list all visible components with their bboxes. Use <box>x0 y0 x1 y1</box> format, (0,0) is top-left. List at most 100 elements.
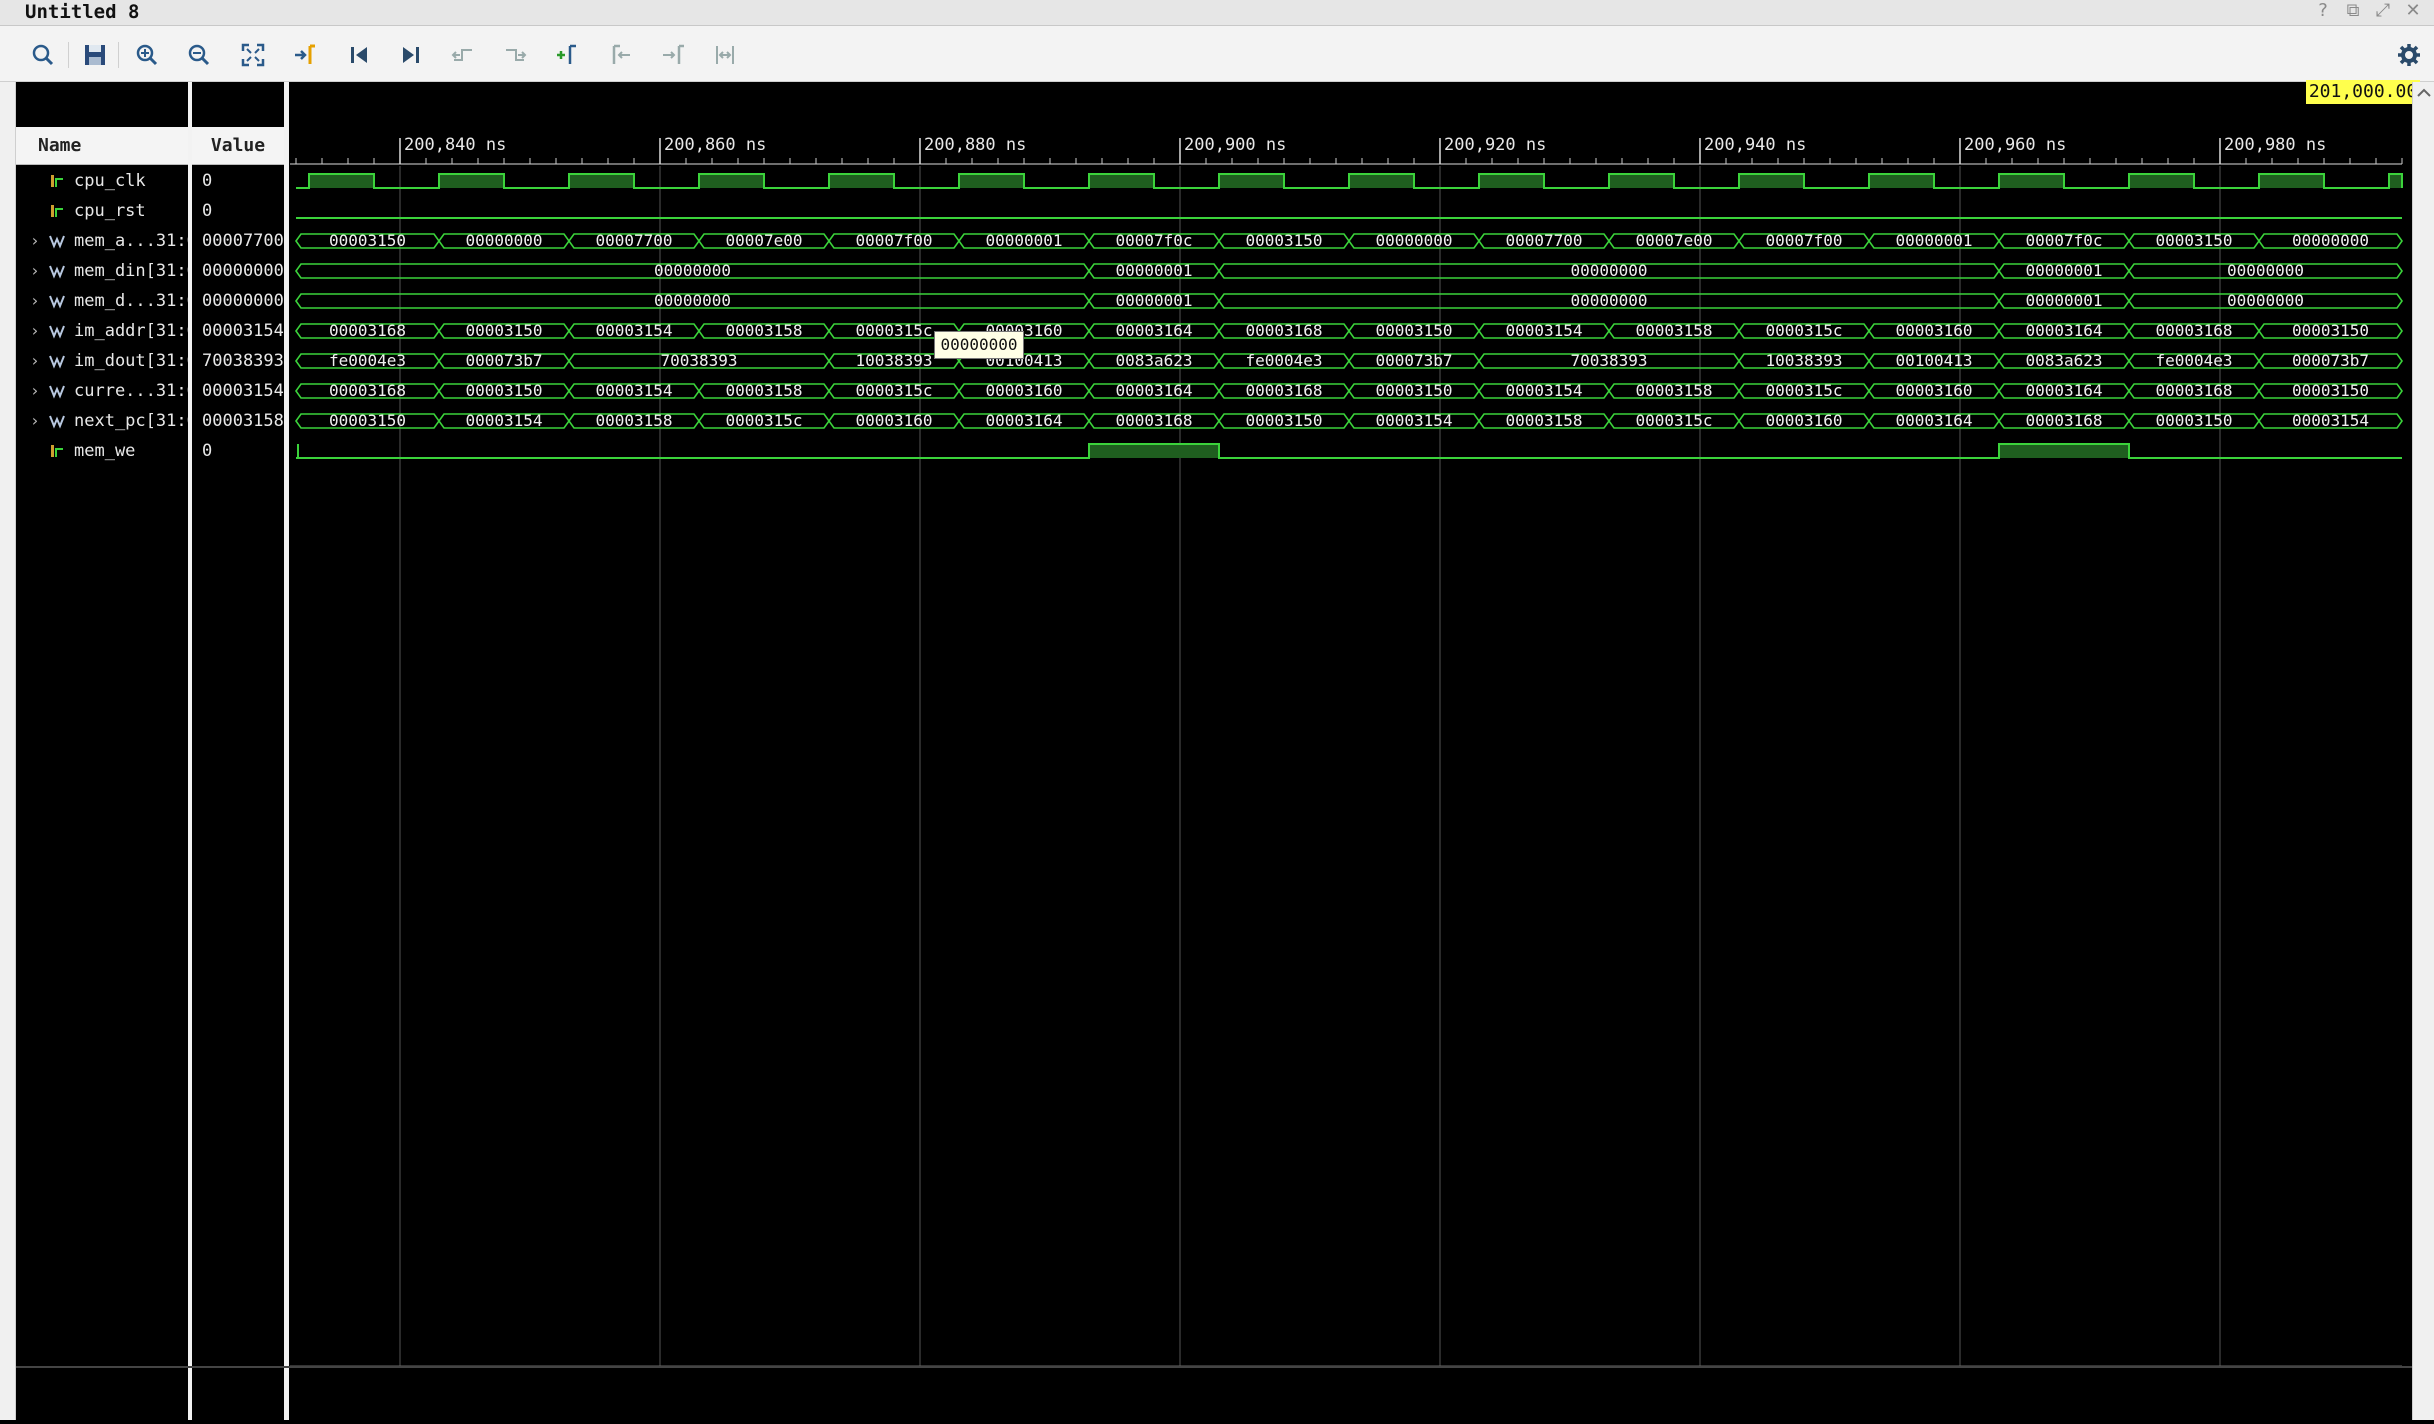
signal-row[interactable]: › mem_a...31:0] <box>16 226 207 256</box>
bus-value-label: 000073b7 <box>465 351 542 370</box>
save-icon <box>85 45 105 65</box>
help-button[interactable]: ? <box>2310 0 2336 22</box>
previous-marker-button[interactable] <box>606 40 636 70</box>
name-column-header[interactable]: Name <box>16 127 188 165</box>
save-button[interactable] <box>80 40 110 70</box>
bus-value-label: 00003150 <box>465 321 542 340</box>
clock-high-fill <box>1609 174 1674 188</box>
clock-high-fill <box>2389 174 2402 188</box>
bus-value-label: 00007700 <box>1505 231 1582 250</box>
bus-value-label: 0000315c <box>855 321 932 340</box>
bus-value-label: 00003168 <box>2155 321 2232 340</box>
bus-value-label: 0000315c <box>855 381 932 400</box>
bus-value-label: 00003164 <box>1115 321 1192 340</box>
bus-signal-icon <box>49 415 65 429</box>
signal-value-row: 00003154 <box>192 376 284 406</box>
bus-value-label: 00003168 <box>329 321 406 340</box>
bus-value-label: 00003158 <box>1505 411 1582 430</box>
signal-row[interactable]: › im_addr[31:0] <box>16 316 207 346</box>
next-transition-button[interactable] <box>500 40 530 70</box>
bus-value-label: 00003150 <box>1245 411 1322 430</box>
signal-value: 0 <box>202 441 213 461</box>
settings-button[interactable] <box>2394 40 2424 70</box>
bus-value-label: 00003158 <box>595 411 672 430</box>
bus-signal-icon <box>49 355 65 369</box>
bus-value-label: 70038393 <box>660 351 737 370</box>
horizontal-divider <box>16 1366 2412 1368</box>
vertical-scrollbar[interactable] <box>2412 82 2434 1420</box>
bus-value-label: 00003158 <box>725 321 802 340</box>
waveform-toolbar <box>0 26 2434 82</box>
expand-chevron-icon[interactable]: › <box>30 226 40 256</box>
bus-value-label: 00007700 <box>595 231 672 250</box>
expand-chevron-icon[interactable]: › <box>30 316 40 346</box>
signal-row[interactable]: mem_we <box>16 436 188 466</box>
waveform-canvas[interactable]: 200,840 ns 200,860 ns 200,880 ns 200,900 ns… <box>290 82 2412 1420</box>
bus-value-label: 00003150 <box>1375 321 1452 340</box>
left-gutter <box>0 82 16 1420</box>
go-to-time-0-button[interactable] <box>344 40 374 70</box>
bus-value-label: 00003154 <box>595 321 672 340</box>
expand-chevron-icon[interactable]: › <box>30 376 40 406</box>
bus-value-label: 10038393 <box>1765 351 1842 370</box>
signal-value: 00003154 <box>202 321 284 341</box>
bus-signal-icon <box>49 385 65 399</box>
cursor-time-label[interactable]: 201,000.00 <box>2306 80 2420 104</box>
signal-row[interactable]: › mem_din[31:0] <box>16 256 207 286</box>
signal-row[interactable]: › mem_d...31:0] <box>16 286 207 316</box>
value-column-header[interactable]: Value <box>192 127 284 165</box>
clock-high-fill <box>2259 174 2324 188</box>
bus-value-label: 70038393 <box>1570 351 1647 370</box>
zoom-out-icon <box>188 44 210 66</box>
bus-value-label: 00007e00 <box>725 231 802 250</box>
bit-signal-icon <box>51 175 63 187</box>
window-titlebar: Untitled 8 ? ⧉ ⤢ ✕ <box>0 0 2434 26</box>
expand-chevron-icon[interactable]: › <box>30 406 40 436</box>
clock-high-fill <box>1479 174 1544 188</box>
clock-high-fill <box>2129 174 2194 188</box>
signal-row[interactable]: › next_pc[31:0] <box>16 406 207 436</box>
add-marker-button[interactable] <box>552 40 582 70</box>
clock-high-fill <box>569 174 634 188</box>
maximize-button[interactable]: ⤢ <box>2370 0 2396 22</box>
go-to-last-time-button[interactable] <box>396 40 426 70</box>
value-wave-splitter[interactable] <box>284 82 289 1420</box>
previous-transition-button[interactable] <box>448 40 478 70</box>
bus-value-label: 0083a623 <box>1115 351 1192 370</box>
bus-value-label: 00007f00 <box>855 231 932 250</box>
next-marker-button[interactable] <box>658 40 688 70</box>
clock-high-fill <box>829 174 894 188</box>
close-button[interactable]: ✕ <box>2400 0 2426 22</box>
bus-signal-icon <box>49 265 65 279</box>
signal-row[interactable]: › curre...31:0] <box>16 376 207 406</box>
bus-value-label: 00003150 <box>2292 321 2369 340</box>
signal-name: mem_we <box>74 441 136 461</box>
bus-value-label: 00003150 <box>2292 381 2369 400</box>
zoom-out-button[interactable] <box>184 40 214 70</box>
go-to-cursor-button[interactable] <box>290 40 320 70</box>
swap-cursors-button[interactable] <box>710 40 740 70</box>
signal-row[interactable]: cpu_clk <box>16 166 188 196</box>
signal-value: 00000000 <box>202 291 284 311</box>
bus-value-label: 00003154 <box>465 411 542 430</box>
ruler-tick-label: 200,840 ns <box>404 135 506 155</box>
zoom-fit-button[interactable] <box>238 40 268 70</box>
bus-value-label: fe0004e3 <box>2155 351 2232 370</box>
signal-name: cpu_rst <box>74 201 146 221</box>
expand-chevron-icon[interactable]: › <box>30 286 40 316</box>
expand-chevron-icon[interactable]: › <box>30 346 40 376</box>
zoom-in-button[interactable] <box>132 40 162 70</box>
signal-row[interactable]: › im_dout[31:0] <box>16 346 207 376</box>
signal-value: 0 <box>202 201 213 221</box>
signal-value-row: 0 <box>192 166 284 196</box>
bus-value-label: 00003168 <box>329 381 406 400</box>
bus-value-label: 00000000 <box>654 261 731 280</box>
search-button[interactable] <box>28 40 58 70</box>
bus-signal-icon <box>49 235 65 249</box>
signal-row[interactable]: cpu_rst <box>16 196 188 226</box>
expand-chevron-icon[interactable]: › <box>30 256 40 286</box>
restore-button[interactable]: ⧉ <box>2340 0 2366 22</box>
window-title: Untitled 8 <box>25 1 140 23</box>
bus-value-label: 00003154 <box>2292 411 2369 430</box>
mem-we-high-fill <box>1089 444 1219 458</box>
